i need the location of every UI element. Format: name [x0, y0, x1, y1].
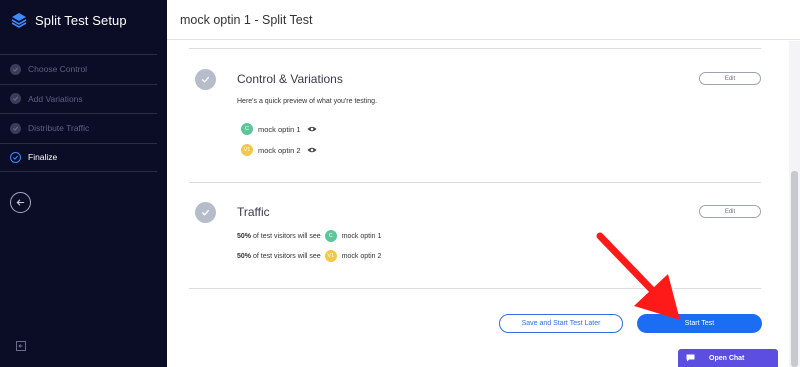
step-list: Choose Control Add Variations Distribute…	[0, 54, 157, 172]
edit-control-button[interactable]: Edit	[699, 72, 761, 85]
step-label: Choose Control	[28, 64, 88, 75]
divider	[189, 48, 761, 49]
chat-bubble-icon	[686, 354, 695, 362]
variant-item: C mock optin 1	[241, 123, 317, 135]
check-icon	[10, 122, 21, 134]
page-header: mock optin 1 - Split Test	[167, 0, 800, 40]
variant-name: mock optin 1	[258, 124, 301, 134]
main-content: Control & Variations Edit Here's a quick…	[167, 41, 789, 367]
step-label: Finalize	[28, 152, 58, 163]
save-and-start-later-button[interactable]: Save and Start Test Later	[499, 314, 623, 333]
chat-label: Open Chat	[709, 354, 745, 362]
edit-traffic-button[interactable]: Edit	[699, 205, 761, 218]
start-test-button[interactable]: Start Test	[637, 314, 762, 333]
variant-name: mock optin 2	[258, 145, 301, 155]
layers-icon	[11, 13, 27, 28]
section-title-traffic: Traffic	[237, 205, 270, 219]
traffic-percent: 50%	[237, 252, 252, 260]
step-finalize[interactable]: Finalize	[0, 142, 157, 172]
variant-name: mock optin 2	[341, 252, 382, 260]
traffic-line: 50% of test visitors will see C mock opt…	[237, 230, 381, 242]
step-label: Add Variations	[28, 93, 83, 104]
section-complete-check-icon	[195, 69, 216, 90]
section-description: Here's a quick preview of what you're te…	[237, 98, 378, 105]
app-title: Split Test Setup	[35, 12, 127, 28]
traffic-text: of test visitors will see	[253, 252, 321, 260]
brand: Split Test Setup	[11, 12, 127, 28]
check-icon	[10, 63, 21, 75]
traffic-line: 50% of test visitors will see V1 mock op…	[237, 250, 381, 262]
back-button[interactable]	[10, 192, 31, 213]
scrollbar[interactable]	[789, 41, 800, 367]
step-distribute-traffic[interactable]: Distribute Traffic	[0, 113, 157, 143]
traffic-percent: 50%	[237, 232, 252, 240]
variation-badge: V1	[324, 250, 337, 262]
page-title: mock optin 1 - Split Test	[180, 13, 313, 27]
divider	[189, 182, 761, 183]
divider	[189, 288, 761, 289]
variation-badge: V1	[241, 144, 253, 156]
sidebar: Split Test Setup Choose Control Add Vari…	[0, 0, 167, 367]
scrollbar-thumb[interactable]	[791, 171, 798, 367]
section-title-control: Control & Variations	[237, 72, 343, 86]
check-icon	[10, 151, 21, 163]
step-add-variations[interactable]: Add Variations	[0, 83, 157, 114]
open-chat-button[interactable]: Open Chat	[678, 349, 778, 367]
collapse-sidebar-icon[interactable]	[16, 341, 26, 351]
variant-name: mock optin 1	[341, 232, 382, 240]
step-choose-control[interactable]: Choose Control	[0, 54, 157, 84]
control-badge: C	[324, 230, 337, 242]
step-label: Distribute Traffic	[28, 123, 90, 134]
eye-icon[interactable]	[307, 147, 317, 153]
eye-icon[interactable]	[307, 126, 317, 132]
variant-item: V1 mock optin 2	[241, 144, 317, 156]
check-icon	[10, 93, 21, 105]
traffic-text: of test visitors will see	[253, 232, 321, 240]
section-complete-check-icon	[195, 202, 216, 223]
arrow-left-icon	[16, 199, 25, 206]
control-badge: C	[241, 123, 253, 135]
